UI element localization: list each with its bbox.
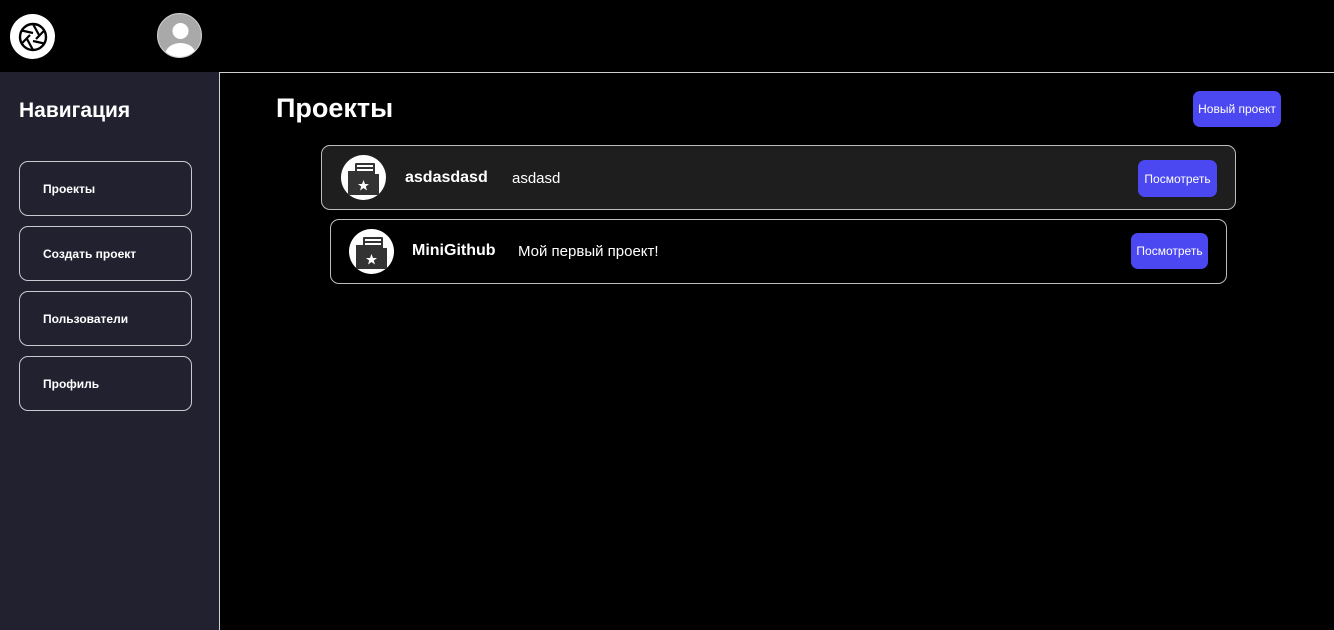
sidebar-item-create-project[interactable]: Создать проект xyxy=(19,226,192,281)
sidebar xyxy=(0,72,219,630)
aperture-icon xyxy=(18,22,47,51)
project-description: Мой первый проект! xyxy=(518,243,659,260)
view-project-button[interactable]: Посмотреть xyxy=(1131,233,1208,269)
folder-star-icon xyxy=(349,229,394,274)
sidebar-item-label: Создать проект xyxy=(43,246,137,261)
sidebar-item-projects[interactable]: Проекты xyxy=(19,161,192,216)
user-avatar-icon[interactable] xyxy=(157,13,202,58)
project-name[interactable]: asdasdasd xyxy=(405,169,488,187)
sidebar-item-label: Проекты xyxy=(43,181,96,196)
project-card[interactable]: asdasdasd asdasd Посмотреть xyxy=(321,145,1236,210)
aperture-logo-icon[interactable] xyxy=(10,14,55,59)
folder-star-icon xyxy=(341,155,386,200)
sidebar-item-profile[interactable]: Профиль xyxy=(19,356,192,411)
new-project-button[interactable]: Новый проект xyxy=(1193,91,1281,127)
sidebar-item-label: Профиль xyxy=(43,376,100,391)
sidebar-item-label: Пользователи xyxy=(43,311,129,326)
project-name[interactable]: MiniGithub xyxy=(412,242,496,260)
project-description: asdasd xyxy=(512,170,561,187)
person-icon xyxy=(165,23,196,57)
top-bar xyxy=(0,0,1334,72)
view-project-button[interactable]: Посмотреть xyxy=(1138,160,1217,197)
sidebar-item-users[interactable]: Пользователи xyxy=(19,291,192,346)
project-card[interactable]: MiniGithub Мой первый проект! Посмотреть xyxy=(330,219,1227,284)
sidebar-title: Навигация xyxy=(19,99,131,122)
page-title: Проекты xyxy=(276,93,394,123)
